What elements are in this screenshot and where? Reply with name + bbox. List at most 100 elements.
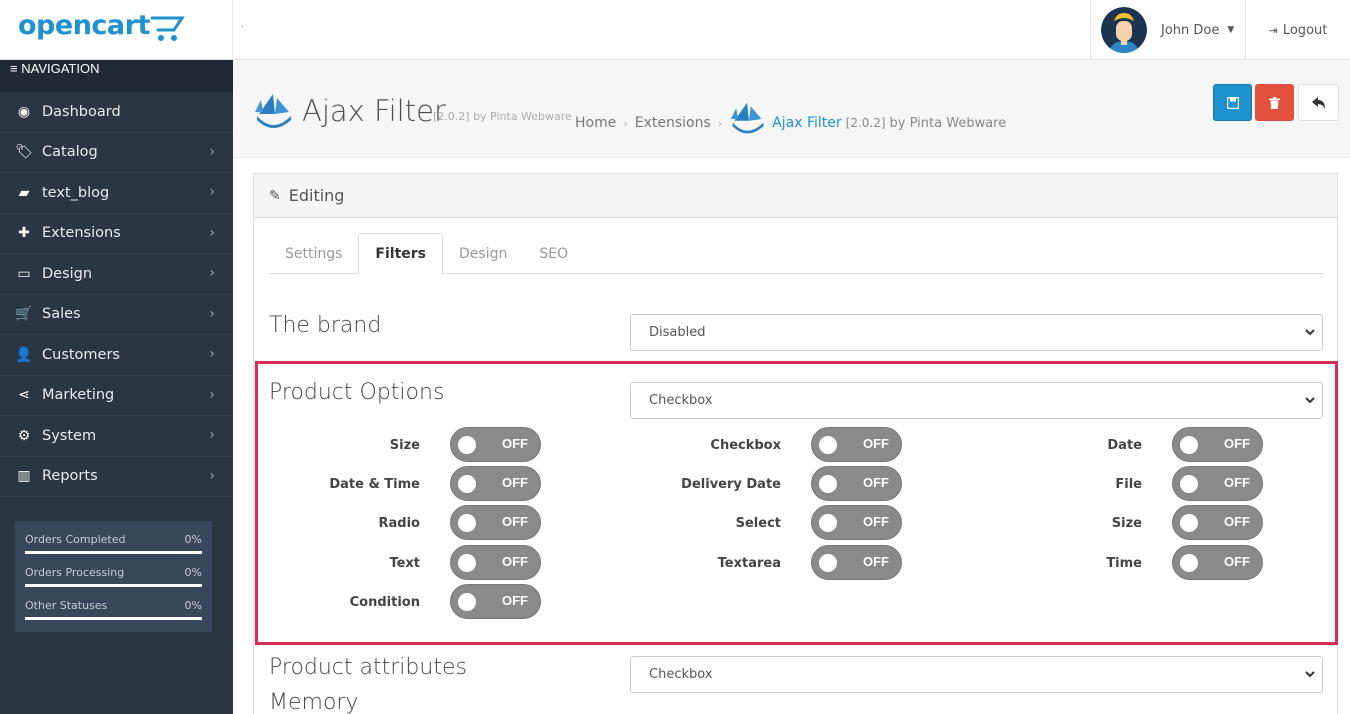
sidebar-item-label: Customers (42, 346, 120, 363)
toggle-knob (1180, 436, 1198, 454)
user-menu[interactable]: John Doe ▼ (1090, 0, 1245, 60)
toggle-state: OFF (502, 475, 528, 490)
bar-chart-icon: ▥ (17, 468, 31, 485)
toggle-state: OFF (1224, 514, 1250, 529)
sidebar-item-label: text_blog (42, 184, 110, 201)
save-icon (1226, 96, 1239, 109)
sidebar-item-customers[interactable]: 👤 Customers › (0, 335, 233, 376)
breadcrumb-version: [2.0.2] (845, 116, 886, 130)
toggle-state: OFF (863, 475, 889, 490)
save-button[interactable] (1213, 84, 1252, 121)
toggle-knob (458, 593, 476, 611)
toggle-state: OFF (502, 554, 528, 569)
opencart-logo[interactable]: opencart (0, 0, 233, 60)
progress-bar (25, 551, 202, 554)
back-button[interactable] (1298, 84, 1339, 121)
option-toggle-text[interactable]: OFF (450, 545, 541, 580)
caret-down-icon: ▼ (1227, 25, 1235, 35)
dashboard-icon: ◉ (17, 103, 31, 120)
breadcrumb-extensions[interactable]: Extensions (635, 115, 711, 131)
cart-logo-icon (150, 16, 185, 41)
chevron-right-icon: › (209, 346, 215, 362)
ship-logo-icon (255, 94, 291, 128)
stat-value: 0% (184, 599, 202, 612)
bars-icon: ≡ (10, 61, 18, 76)
tab-design[interactable]: Design (443, 233, 523, 274)
user-name: John Doe (1161, 22, 1220, 38)
breadcrumb-home[interactable]: Home (575, 115, 616, 131)
sidebar-item-label: System (42, 427, 97, 444)
toggle-state: OFF (502, 593, 528, 608)
sidebar-item-label: Catalog (42, 144, 98, 161)
option-toggle-textarea[interactable]: OFF (811, 545, 902, 580)
chevron-right-icon: › (209, 265, 215, 281)
brand-select[interactable]: Disabled (630, 314, 1323, 351)
option-label: Date (1107, 438, 1142, 453)
toggle-knob (819, 436, 837, 454)
cog-icon: ⚙ (17, 427, 31, 444)
option-toggle-file[interactable]: OFF (1172, 466, 1263, 501)
option-toggle-radio[interactable]: OFF (450, 505, 541, 540)
tab-bar: Settings Filters Design SEO (269, 233, 1324, 275)
chevron-right-icon: › (209, 305, 215, 322)
sidebar-item-system[interactable]: ⚙ System › (0, 416, 233, 457)
progress-bar (25, 584, 202, 587)
sidebar-item-marketing[interactable]: ⋖ Marketing › (0, 376, 233, 416)
sidebar-item-catalog[interactable]: 🏷 Catalog › (0, 133, 233, 173)
sign-out-icon: ⇥ (1268, 23, 1278, 37)
tab-filters[interactable]: Filters (358, 233, 444, 275)
editing-panel: ✎ Editing Settings Filters Design SEO Th… (253, 173, 1338, 714)
option-toggle-checkbox[interactable]: OFF (811, 427, 902, 462)
toggle-knob (1180, 554, 1198, 572)
sidebar-item-label: Sales (42, 306, 81, 323)
toggle-knob (458, 554, 476, 572)
product-attributes-select[interactable]: Checkbox (630, 656, 1323, 693)
brand-select-value: Disabled (649, 325, 706, 340)
breadcrumb-ajax-filter[interactable]: Ajax Filter (772, 115, 841, 131)
option-label: Checkbox (710, 438, 781, 453)
header-toggle-dot[interactable]: · (241, 22, 244, 33)
avatar (1101, 7, 1147, 53)
option-toggle-condition[interactable]: OFF (450, 584, 541, 619)
sidebar-item-design[interactable]: ▭ Design › (0, 254, 233, 295)
sidebar-item-label: Reports (42, 468, 98, 485)
option-toggle-delivery-date[interactable]: OFF (811, 466, 902, 501)
sidebar-item-extensions[interactable]: ✚ Extensions › (0, 214, 233, 254)
option-toggle-time[interactable]: OFF (1172, 545, 1263, 580)
sidebar-item-reports[interactable]: ▥ Reports › (0, 457, 233, 497)
puzzle-icon: ✚ (18, 225, 30, 242)
sidebar-item-dashboard[interactable]: ◉ Dashboard (0, 92, 233, 133)
option-label: Radio (378, 516, 420, 531)
logout-link[interactable]: ⇥ Logout (1245, 0, 1350, 60)
product-options-title: Product Options (269, 380, 445, 405)
trash-icon (1269, 96, 1280, 109)
option-toggle-size[interactable]: OFF (1172, 505, 1263, 540)
tab-seo[interactable]: SEO (523, 233, 584, 274)
top-header: opencart · John Doe ▼ ⇥ Logout (0, 0, 1350, 60)
toggle-state: OFF (502, 514, 528, 529)
ship-logo-icon (730, 102, 764, 134)
option-toggle-date[interactable]: OFF (1172, 427, 1263, 462)
option-toggle-date-time[interactable]: OFF (450, 466, 541, 501)
option-toggle-select[interactable]: OFF (811, 505, 902, 540)
delete-button[interactable] (1255, 84, 1294, 121)
sidebar-item-text-blog[interactable]: ▰ text_blog › (0, 173, 233, 214)
order-stats: Orders Completed 0% Orders Processing 0%… (15, 521, 212, 632)
chevron-right-icon: › (209, 386, 215, 403)
option-toggle-size[interactable]: OFF (450, 427, 541, 462)
sidebar-item-sales[interactable]: 🛒 Sales › (0, 295, 233, 335)
option-label: Select (735, 516, 781, 531)
user-icon: 👤 (15, 346, 33, 363)
panel-heading-label: Editing (288, 186, 345, 205)
cart-icon: 🛒 (15, 306, 33, 323)
tab-settings[interactable]: Settings (269, 233, 358, 274)
chevron-down-icon (1305, 671, 1315, 678)
page-title-version: [2.0.2] by Pinta Webware (433, 110, 572, 123)
toggle-state: OFF (502, 436, 528, 451)
stat-label: Orders Completed (25, 533, 126, 546)
toggle-knob (1180, 475, 1198, 493)
stat-value: 0% (184, 533, 202, 546)
product-options-select[interactable]: Checkbox (630, 382, 1323, 419)
stat-other-statuses: Other Statuses 0% (25, 597, 202, 630)
toggle-knob (458, 436, 476, 454)
